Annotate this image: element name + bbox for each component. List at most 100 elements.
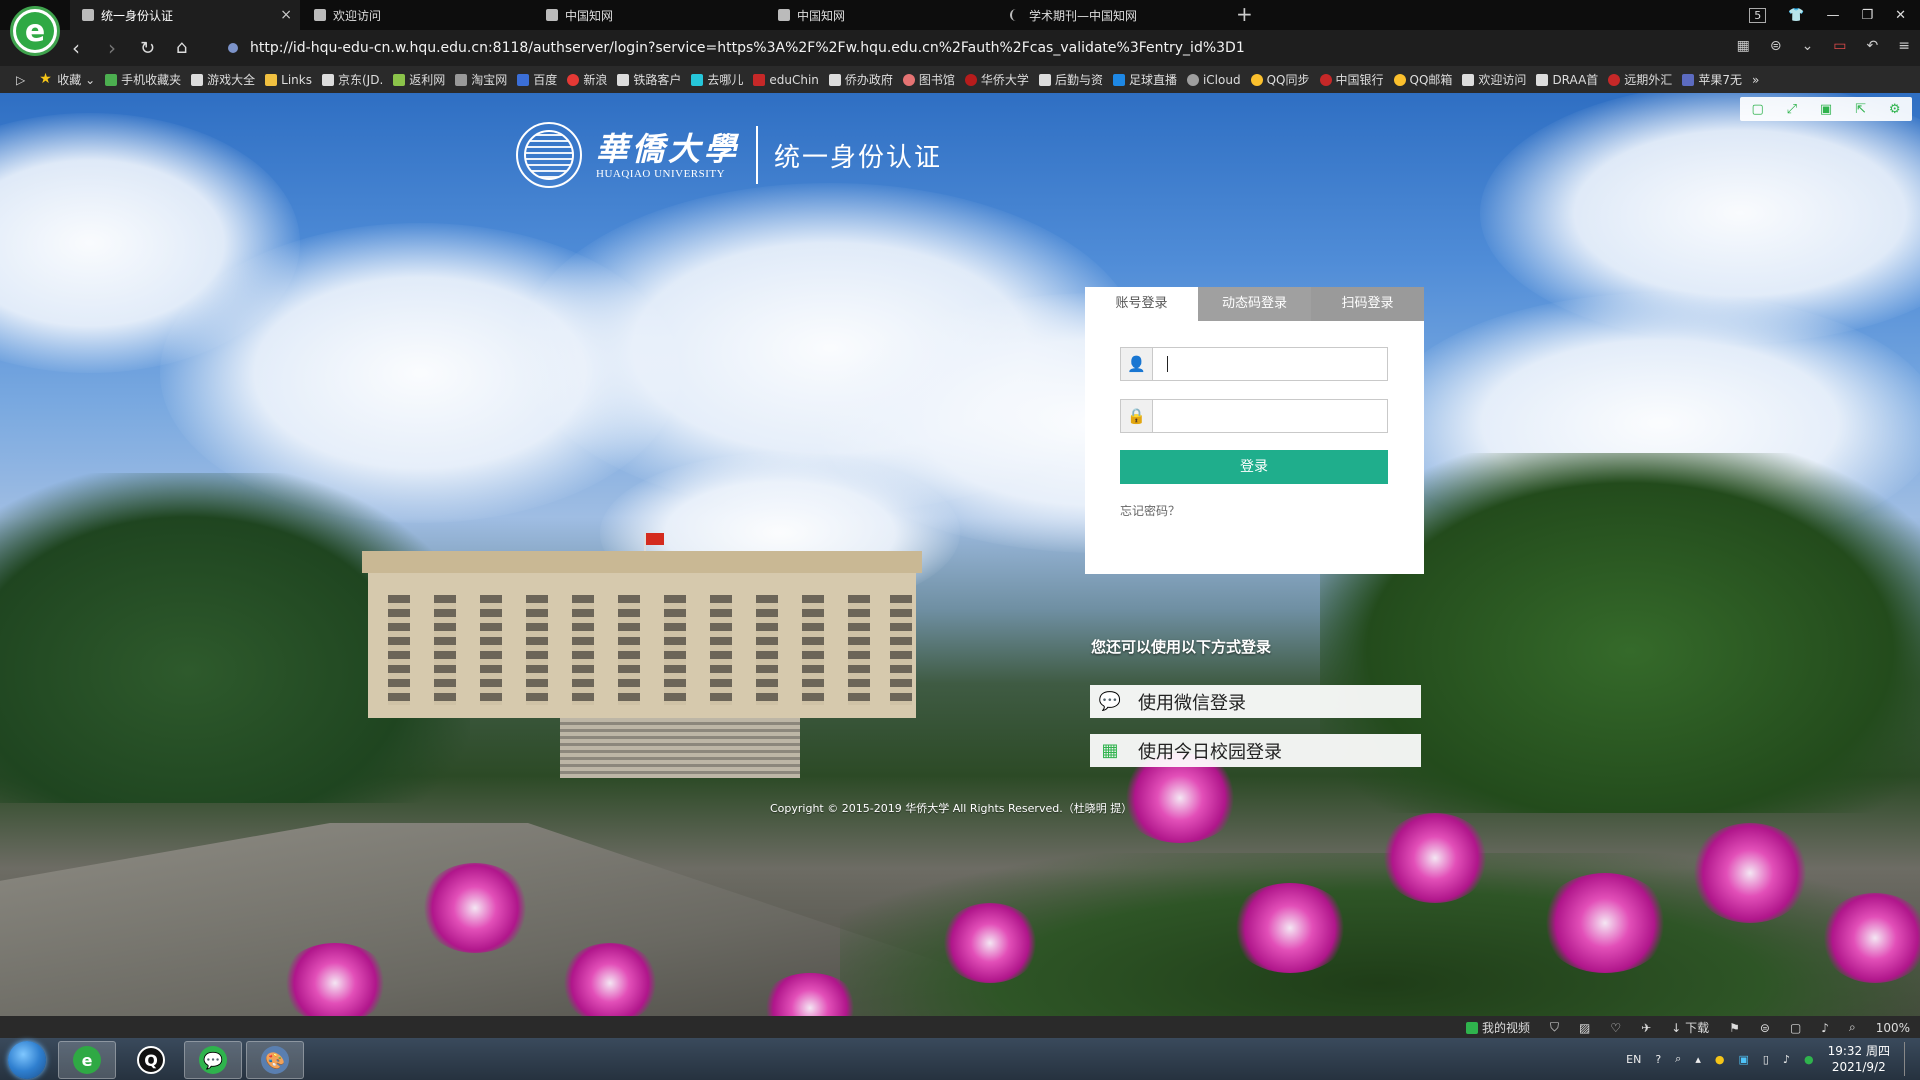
- apple-icon: [1186, 73, 1199, 86]
- bookmark-item[interactable]: 侨办政府: [828, 71, 893, 88]
- battery-icon[interactable]: ▭: [1833, 38, 1846, 54]
- taskbar-wechat[interactable]: 💬: [184, 1041, 242, 1079]
- zoom-level[interactable]: 100%: [1876, 1021, 1910, 1035]
- flag-icon[interactable]: ⚑: [1729, 1021, 1740, 1035]
- compat-icon[interactable]: ⊜: [1760, 1021, 1770, 1035]
- bookmark-item[interactable]: ★ 收藏 ⌄: [39, 71, 95, 88]
- paint-icon: 🎨: [261, 1046, 289, 1074]
- tab-cnki-1[interactable]: 中国知网: [534, 0, 764, 30]
- my-videos-button[interactable]: 我的视频: [1466, 1019, 1530, 1036]
- tray-expand-icon[interactable]: ▴: [1695, 1053, 1701, 1066]
- page-icon: [321, 73, 334, 86]
- bookmark-item[interactable]: iCloud: [1186, 73, 1241, 87]
- phone-icon[interactable]: ▯: [1763, 1053, 1769, 1066]
- tray-app-icon[interactable]: ●: [1715, 1053, 1725, 1066]
- bookmark-item[interactable]: QQ邮箱: [1393, 71, 1452, 88]
- bookmark-item[interactable]: eduChin: [753, 73, 819, 87]
- compat-mode-icon[interactable]: ⊜: [1770, 38, 1782, 54]
- bookmark-item[interactable]: 京东(JD.: [321, 71, 383, 88]
- help-icon[interactable]: ?: [1655, 1053, 1661, 1066]
- save-icon[interactable]: ▣: [1820, 102, 1832, 117]
- volume-icon[interactable]: ♪: [1783, 1053, 1790, 1066]
- bookmark-item[interactable]: 游戏大全: [191, 71, 255, 88]
- boc-icon: [1319, 73, 1332, 86]
- minimize-icon[interactable]: —: [1826, 8, 1839, 23]
- grid-icon[interactable]: ▦: [1737, 38, 1750, 54]
- close-icon[interactable]: ×: [280, 7, 292, 23]
- back-icon[interactable]: ‹: [72, 36, 80, 60]
- tab-welcome[interactable]: 欢迎访问: [302, 0, 532, 30]
- window-count-badge[interactable]: 5: [1749, 7, 1767, 23]
- bookmark-item[interactable]: 苹果7无: [1682, 71, 1742, 88]
- taskbar-browser[interactable]: e: [58, 1041, 116, 1079]
- address-bar[interactable]: http://id-hqu-edu-cn.w.hqu.edu.cn:8118/a…: [228, 33, 1728, 63]
- tab-cnki-2[interactable]: 中国知网: [766, 0, 996, 30]
- home-icon[interactable]: ⌂: [176, 37, 187, 58]
- browser-logo[interactable]: e: [10, 6, 60, 56]
- tab-journals[interactable]: 学术期刊—中国知网: [998, 0, 1228, 30]
- taskbar-qq[interactable]: Q: [122, 1041, 180, 1079]
- alternative-login-title: 您还可以使用以下方式登录: [1091, 638, 1272, 656]
- tab-account-login[interactable]: 账号登录: [1085, 287, 1198, 321]
- forgot-password-link[interactable]: 忘记密码？: [1120, 502, 1180, 519]
- settings-icon[interactable]: ⚙: [1889, 102, 1901, 117]
- bookmark-item[interactable]: 图书馆: [902, 71, 955, 88]
- bookmark-item[interactable]: 新浪: [567, 71, 607, 88]
- wechat-tray-icon[interactable]: ●: [1804, 1053, 1814, 1066]
- input-language[interactable]: EN: [1626, 1053, 1641, 1066]
- forward-icon[interactable]: ›: [108, 36, 116, 60]
- clock[interactable]: 19:32 周四 2021/9/2: [1828, 1043, 1890, 1075]
- bookmark-item[interactable]: 返利网: [393, 71, 445, 88]
- login-button[interactable]: 登录: [1120, 450, 1388, 484]
- pin-icon[interactable]: ✈: [1641, 1021, 1651, 1035]
- bookmark-page-icon[interactable]: ▢: [1751, 102, 1763, 117]
- today-campus-login-button[interactable]: ▦ 使用今日校园登录: [1090, 734, 1421, 767]
- shirt-icon[interactable]: 👕: [1788, 8, 1804, 23]
- fullscreen-icon[interactable]: ⤢: [1787, 102, 1797, 117]
- image-icon[interactable]: ▨: [1579, 1021, 1590, 1035]
- bookmark-item[interactable]: 后勤与资: [1038, 71, 1103, 88]
- bookmark-item[interactable]: Links: [265, 73, 312, 87]
- network-icon[interactable]: ▣: [1738, 1053, 1748, 1066]
- wechat-login-button[interactable]: 💬 使用微信登录: [1090, 685, 1421, 718]
- sidebar-toggle-icon[interactable]: ▷: [16, 73, 25, 87]
- password-input[interactable]: [1153, 400, 1387, 432]
- bookmark-item[interactable]: 华侨大学: [964, 71, 1029, 88]
- site-info-icon[interactable]: [228, 43, 238, 53]
- ime-icon[interactable]: ⌕: [1675, 1052, 1681, 1066]
- tab-unified-auth[interactable]: 统一身份认证 ×: [70, 0, 300, 30]
- tab-dynamic-code-login[interactable]: 动态码登录: [1198, 287, 1311, 321]
- bookmark-item[interactable]: DRAA首: [1536, 71, 1598, 88]
- bookmarks-more-button[interactable]: »: [1752, 73, 1759, 87]
- username-input[interactable]: [1153, 348, 1387, 380]
- new-tab-button[interactable]: +: [1236, 2, 1253, 26]
- bookmark-item[interactable]: 百度: [517, 71, 557, 88]
- bookmark-item[interactable]: 铁路客户: [617, 71, 681, 88]
- refresh-icon[interactable]: ↻: [140, 38, 155, 59]
- window-icon[interactable]: ▢: [1790, 1021, 1801, 1035]
- bookmark-item[interactable]: 去哪儿: [691, 71, 743, 88]
- download-button[interactable]: ↓ 下载: [1671, 1019, 1709, 1036]
- chevron-down-icon[interactable]: ⌄: [1802, 38, 1814, 54]
- bookmark-item[interactable]: 中国银行: [1319, 71, 1384, 88]
- bookmark-item[interactable]: 淘宝网: [455, 71, 507, 88]
- bookmark-item[interactable]: 足球直播: [1112, 71, 1177, 88]
- undo-icon[interactable]: ↶: [1867, 38, 1879, 54]
- shield-icon[interactable]: ⛉: [1550, 1020, 1559, 1035]
- close-window-icon[interactable]: ✕: [1895, 8, 1906, 23]
- show-desktop-button[interactable]: [1904, 1042, 1910, 1076]
- menu-icon[interactable]: ≡: [1898, 38, 1910, 54]
- zoom-icon[interactable]: ⌕: [1849, 1020, 1856, 1035]
- bookmark-item[interactable]: 远期外汇: [1608, 71, 1672, 88]
- start-button[interactable]: [8, 1041, 46, 1079]
- tab-label: 学术期刊—中国知网: [1029, 8, 1138, 23]
- bookmark-item[interactable]: 手机收藏夹: [105, 71, 181, 88]
- share-icon[interactable]: ⇱: [1855, 102, 1866, 117]
- tab-qrcode-login[interactable]: 扫码登录: [1311, 287, 1424, 321]
- bookmark-item[interactable]: QQ同步: [1250, 71, 1310, 88]
- taskbar-paint[interactable]: 🎨: [246, 1041, 304, 1079]
- heart-icon[interactable]: ♡: [1610, 1021, 1621, 1035]
- bookmark-item[interactable]: 欢迎访问: [1462, 71, 1526, 88]
- volume-icon[interactable]: ♪: [1821, 1021, 1829, 1035]
- restore-icon[interactable]: ❐: [1861, 8, 1873, 23]
